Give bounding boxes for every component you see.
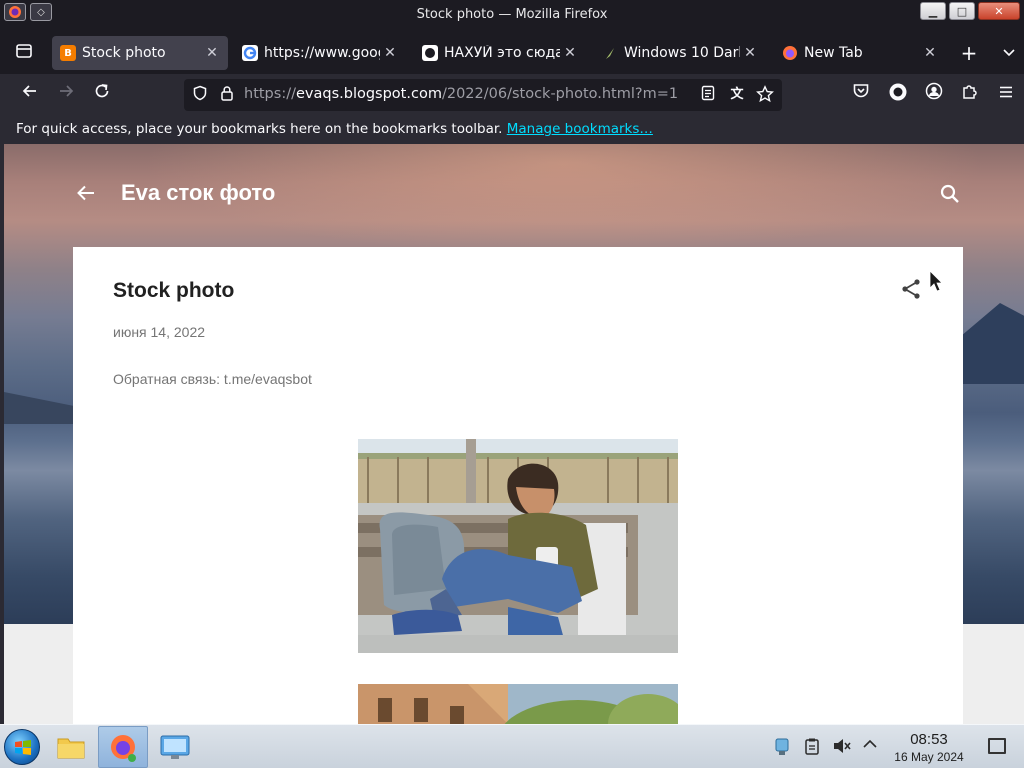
- reload-button[interactable]: [89, 82, 115, 108]
- close-tab-icon[interactable]: ✕: [920, 45, 940, 61]
- mouse-cursor: [929, 270, 943, 292]
- bookmark-star-icon[interactable]: [755, 85, 775, 105]
- blog-back-button[interactable]: [74, 182, 98, 206]
- close-tab-icon[interactable]: ✕: [380, 45, 400, 61]
- back-button[interactable]: [17, 82, 43, 108]
- translate-icon[interactable]: 文: [727, 85, 747, 105]
- app-menu-button[interactable]: [993, 82, 1019, 108]
- tab-windows-dark[interactable]: Windows 10 Dark ✕: [594, 36, 766, 70]
- forward-arrow-icon: [60, 85, 74, 97]
- tray-expand-icon[interactable]: [860, 737, 880, 757]
- tab-stock-photo[interactable]: B Stock photo ✕: [52, 36, 228, 70]
- tab-google[interactable]: https://www.googl ✕: [234, 36, 406, 70]
- new-tab-button[interactable]: +: [956, 41, 982, 67]
- window-controls: ▁ □ ✕: [920, 2, 1020, 20]
- close-window-button[interactable]: ✕: [978, 2, 1020, 20]
- back-arrow-icon: [22, 85, 36, 97]
- search-icon: [940, 184, 959, 203]
- dark-mode-extension-icon: [889, 83, 907, 101]
- taskbar-file-manager[interactable]: [46, 726, 96, 768]
- show-desktop-button[interactable]: [988, 738, 1006, 754]
- reload-icon: [95, 84, 109, 98]
- taskbar: 08:53 16 May 2024: [0, 724, 1024, 768]
- folder-icon: [57, 738, 85, 759]
- extension-button[interactable]: [885, 82, 911, 108]
- back-arrow-icon: [77, 185, 94, 201]
- taskbar-firefox[interactable]: [98, 726, 148, 768]
- tab-label: Stock photo: [82, 45, 166, 61]
- page-viewport[interactable]: Eva сток фото Stock photo июня 14, 2022 …: [4, 144, 1024, 724]
- lock-icon[interactable]: [217, 85, 237, 105]
- blogger-icon: B: [60, 45, 76, 61]
- account-button[interactable]: [921, 82, 947, 108]
- start-button[interactable]: [4, 729, 40, 765]
- puzzle-icon: [963, 85, 977, 99]
- firefox-view-icon: [16, 44, 32, 58]
- blog-title[interactable]: Eva сток фото: [121, 180, 275, 206]
- clock-date: 16 May 2024: [894, 750, 964, 764]
- leaf-icon: [602, 45, 618, 61]
- account-icon: [925, 82, 943, 100]
- volume-muted-icon[interactable]: [832, 737, 852, 757]
- close-tab-icon[interactable]: ✕: [740, 45, 760, 61]
- forward-button[interactable]: [53, 82, 79, 108]
- taskbar-clock[interactable]: 08:53 16 May 2024: [882, 731, 976, 765]
- stock-photo-boy-with-backpack[interactable]: [358, 439, 678, 653]
- bookmarks-empty-message: For quick access, place your bookmarks h…: [16, 121, 503, 137]
- url-path: /2022/06/stock-photo.html?m=1: [441, 86, 679, 102]
- share-icon: [902, 279, 920, 299]
- clock-time: 08:53: [910, 731, 948, 748]
- maximize-button[interactable]: □: [949, 2, 975, 20]
- stock-photo-building[interactable]: [358, 684, 678, 724]
- network-status-icon[interactable]: [772, 737, 792, 757]
- list-all-tabs-button[interactable]: [996, 41, 1022, 67]
- pocket-button[interactable]: [848, 82, 874, 108]
- post-title: Stock photo: [113, 279, 235, 302]
- google-icon: [242, 45, 258, 61]
- share-button[interactable]: [899, 277, 923, 301]
- taskbar-control-panel[interactable]: [150, 726, 200, 768]
- minimize-button[interactable]: ▁: [920, 2, 946, 20]
- tab-label: Windows 10 Dark: [624, 45, 740, 61]
- windows-logo-icon: [15, 740, 31, 755]
- control-panel-icon: [160, 735, 190, 759]
- manage-bookmarks-link[interactable]: Manage bookmarks…: [507, 121, 653, 137]
- circle-icon: [422, 45, 438, 61]
- window-titlebar[interactable]: ◇ Stock photo — Mozilla Firefox ▁ □ ✕: [0, 0, 1024, 32]
- blog-search-button[interactable]: [938, 182, 964, 208]
- post-date: июня 14, 2022: [113, 324, 206, 340]
- post-card: Stock photo июня 14, 2022 Обратная связь…: [73, 247, 963, 724]
- extensions-button[interactable]: [957, 82, 983, 108]
- tab-label: НАХУЙ это сюда: [444, 45, 560, 61]
- shore-silhouette: [4, 392, 84, 424]
- hamburger-menu-icon: [1000, 86, 1012, 98]
- window-title: Stock photo — Mozilla Firefox: [416, 7, 608, 22]
- bookmarks-toolbar: For quick access, place your bookmarks h…: [0, 116, 1024, 144]
- tab-third[interactable]: НАХУЙ это сюда ✕: [414, 36, 586, 70]
- url-scheme: https://: [244, 86, 296, 102]
- navigation-toolbar: https://evaqs.blogspot.com/2022/06/stock…: [0, 74, 1024, 116]
- tab-new-tab[interactable]: New Tab ✕: [774, 36, 946, 70]
- firefox-view-button[interactable]: [12, 42, 36, 66]
- reader-view-icon[interactable]: [698, 85, 718, 105]
- desktop-screen: ◇ Stock photo — Mozilla Firefox ▁ □ ✕ B …: [0, 0, 1024, 768]
- close-tab-icon[interactable]: ✕: [202, 45, 222, 61]
- firefox-icon: [111, 735, 136, 762]
- url-text[interactable]: https://evaqs.blogspot.com/2022/06/stock…: [244, 86, 678, 102]
- url-host: evaqs.blogspot.com: [295, 86, 442, 102]
- tab-label: https://www.googl: [264, 45, 380, 61]
- firefox-icon: [782, 45, 798, 61]
- pocket-icon: [853, 84, 869, 98]
- tab-strip: B Stock photo ✕ https://www.googl ✕ НАХУ…: [0, 32, 1024, 74]
- tab-label: New Tab: [804, 45, 863, 61]
- shield-icon[interactable]: [190, 85, 210, 105]
- chevron-down-icon: [1003, 49, 1015, 57]
- address-bar[interactable]: https://evaqs.blogspot.com/2022/06/stock…: [184, 79, 782, 111]
- clipboard-icon[interactable]: [802, 737, 822, 757]
- close-tab-icon[interactable]: ✕: [560, 45, 580, 61]
- post-body-text: Обратная связь: t.me/evaqsbot: [113, 371, 312, 387]
